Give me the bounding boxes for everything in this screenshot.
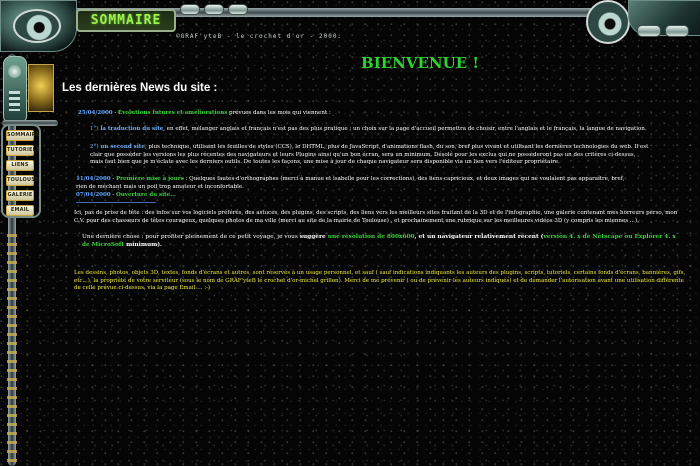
rail-dots <box>7 234 17 464</box>
news-item-2: 11/04/2000 - Première mise à jours : Que… <box>76 176 636 191</box>
intro-paragraph: Ici, pas de prise de tête : des infos su… <box>74 210 678 224</box>
news-title: Première mise à jours <box>116 176 184 182</box>
news-title: Évolutions futures et améliorations <box>118 110 228 116</box>
menu-item-liens[interactable]: LIENS <box>6 160 34 171</box>
legal-notice: Les dessins, photos, objets 3D, textes, … <box>74 270 686 291</box>
gold-tile-icon <box>28 64 54 112</box>
bullet-title: la traduction du site <box>98 126 164 132</box>
pill-button-right-2[interactable] <box>665 25 689 37</box>
menu-item-sommaire[interactable]: SOMMAIRE <box>6 130 39 141</box>
news-divider <box>76 201 156 203</box>
corner-ornament-right <box>628 0 700 37</box>
pill-button-1[interactable] <box>180 4 200 15</box>
pill-button-right-1[interactable] <box>637 25 661 37</box>
news-text: prévues dans les mois qui viennent : <box>227 110 331 116</box>
advice-resolution: une résolution de 800x600 <box>325 234 415 240</box>
pill-button-2[interactable] <box>204 4 224 15</box>
gadget-icon <box>3 56 27 124</box>
resolution-advice: Une dernière chose : pour profiter plein… <box>82 234 682 249</box>
bullet-text: , en effet, mélanger anglais et français… <box>163 126 647 132</box>
menu-item-toulouse[interactable]: TOULOUSE <box>6 175 38 186</box>
eye-icon-right <box>586 0 630 44</box>
advice-suggere: suggère <box>299 234 326 240</box>
news-date: 07/04/2000 <box>76 192 111 198</box>
menu-item-galerie[interactable]: GALERIE <box>6 190 34 201</box>
top-frame: SOMMAIRE ©GRAF'yteB - le crochet d'or - … <box>0 0 700 52</box>
menu-item-email[interactable]: EMAIL <box>6 205 34 216</box>
news-item-3: 07/04/2000 - Ouverture du site... <box>76 192 636 203</box>
advice-end: minimum). <box>124 241 163 248</box>
news-item-1: 25/04/2000 - Évolutions futures et améli… <box>78 110 638 118</box>
news-title: Ouverture du site... <box>116 192 176 198</box>
news-date: 25/04/2000 <box>78 110 113 116</box>
advice-browser: , et un navigateur relativement récent ( <box>414 234 544 240</box>
sidebar-menu: SOMMAIRE TUTORIELS LIENS TOULOUSE GALERI… <box>6 130 40 220</box>
page-title: BIENVENUE ! <box>361 54 479 72</box>
bullet-item-1: 1°) la traduction du site, en effet, mél… <box>90 126 650 134</box>
bullet-text: , plus technique, utilisant les feuilles… <box>90 144 649 165</box>
sidebar: SOMMAIRE TUTORIELS LIENS TOULOUSE GALERI… <box>0 44 60 466</box>
copyright-text: ©GRAF'yteB - le crochet d'or - 2000. <box>176 33 343 40</box>
top-pill-buttons <box>180 4 248 15</box>
menu-item-tutoriels[interactable]: TUTORIELS <box>6 145 40 156</box>
sommaire-button[interactable]: SOMMAIRE <box>76 9 176 32</box>
news-date: 11/04/2000 <box>76 176 111 182</box>
bullet-item-2: 2°) un second site, plus technique, util… <box>90 144 650 167</box>
eye-icon <box>13 9 61 43</box>
advice-text: Une dernière chose : pour profiter plein… <box>82 234 300 240</box>
pill-button-3[interactable] <box>228 4 248 15</box>
bullet-title: un second site <box>98 144 145 150</box>
news-heading: Les dernières News du site : <box>62 82 218 94</box>
